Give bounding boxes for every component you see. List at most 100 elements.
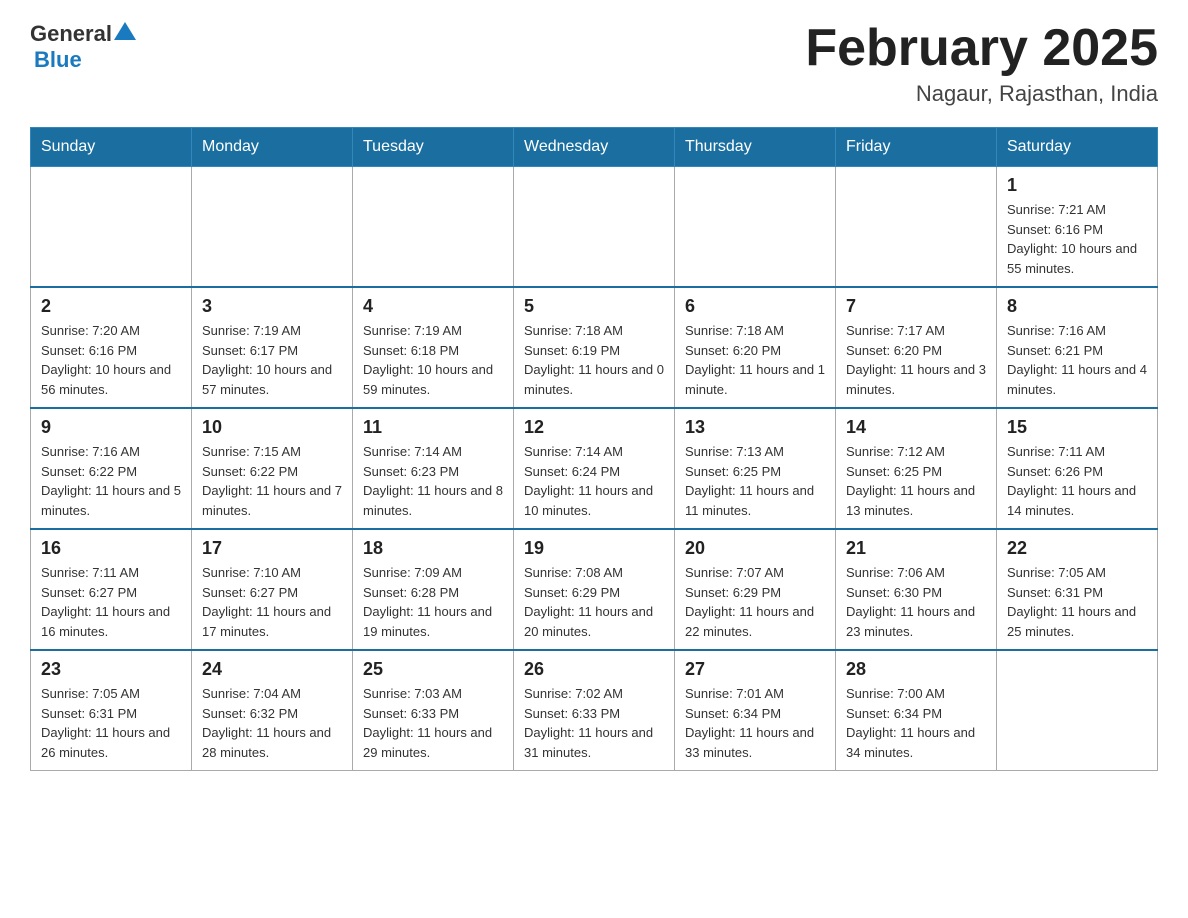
table-row bbox=[31, 167, 192, 288]
logo-triangle-icon bbox=[114, 20, 136, 42]
day-number: 18 bbox=[363, 538, 503, 559]
table-row: 12 Sunrise: 7:14 AM Sunset: 6:24 PM Dayli… bbox=[514, 408, 675, 529]
table-row: 19 Sunrise: 7:08 AM Sunset: 6:29 PM Dayli… bbox=[514, 529, 675, 650]
page-header: General Blue February 2025 Nagaur, Rajas… bbox=[30, 20, 1158, 107]
table-row: 21 Sunrise: 7:06 AM Sunset: 6:30 PM Dayli… bbox=[836, 529, 997, 650]
table-row: 15Sunrise: 7:11 AM Sunset: 6:26 PM Dayli… bbox=[997, 408, 1158, 529]
day-info: Sunrise: 7:03 AM Sunset: 6:33 PM Dayligh… bbox=[363, 684, 503, 762]
calendar-week-row: 9Sunrise: 7:16 AM Sunset: 6:22 PM Daylig… bbox=[31, 408, 1158, 529]
calendar-header-row: Sunday Monday Tuesday Wednesday Thursday… bbox=[31, 128, 1158, 167]
day-info: Sunrise: 7:14 AM Sunset: 6:24 PM Dayligh… bbox=[524, 442, 664, 520]
table-row: 1 Sunrise: 7:21 AM Sunset: 6:16 PM Daylig… bbox=[997, 167, 1158, 288]
day-info: Sunrise: 7:17 AM Sunset: 6:20 PM Dayligh… bbox=[846, 321, 986, 399]
table-row: 22 Sunrise: 7:05 AM Sunset: 6:31 PM Dayli… bbox=[997, 529, 1158, 650]
day-info: Sunrise: 7:08 AM Sunset: 6:29 PM Dayligh… bbox=[524, 563, 664, 641]
day-info: Sunrise: 7:07 AM Sunset: 6:29 PM Dayligh… bbox=[685, 563, 825, 641]
table-row bbox=[836, 167, 997, 288]
day-number: 23 bbox=[41, 659, 181, 680]
day-number: 4 bbox=[363, 296, 503, 317]
calendar-week-row: 23Sunrise: 7:05 AM Sunset: 6:31 PM Dayli… bbox=[31, 650, 1158, 771]
day-number: 13 bbox=[685, 417, 825, 438]
table-row: 16Sunrise: 7:11 AM Sunset: 6:27 PM Dayli… bbox=[31, 529, 192, 650]
day-number: 12 bbox=[524, 417, 664, 438]
calendar-week-row: 2Sunrise: 7:20 AM Sunset: 6:16 PM Daylig… bbox=[31, 287, 1158, 408]
logo: General Blue bbox=[30, 20, 136, 73]
day-info: Sunrise: 7:04 AM Sunset: 6:32 PM Dayligh… bbox=[202, 684, 342, 762]
day-info: Sunrise: 7:10 AM Sunset: 6:27 PM Dayligh… bbox=[202, 563, 342, 641]
day-info: Sunrise: 7:06 AM Sunset: 6:30 PM Dayligh… bbox=[846, 563, 986, 641]
header-wednesday: Wednesday bbox=[514, 128, 675, 167]
day-number: 6 bbox=[685, 296, 825, 317]
day-info: Sunrise: 7:11 AM Sunset: 6:26 PM Dayligh… bbox=[1007, 442, 1147, 520]
table-row: 23Sunrise: 7:05 AM Sunset: 6:31 PM Dayli… bbox=[31, 650, 192, 771]
title-area: February 2025 Nagaur, Rajasthan, India bbox=[805, 20, 1158, 107]
table-row bbox=[514, 167, 675, 288]
logo-blue-text: Blue bbox=[34, 47, 82, 72]
header-sunday: Sunday bbox=[31, 128, 192, 167]
table-row: 26 Sunrise: 7:02 AM Sunset: 6:33 PM Dayli… bbox=[514, 650, 675, 771]
day-info: Sunrise: 7:05 AM Sunset: 6:31 PM Dayligh… bbox=[1007, 563, 1147, 641]
day-number: 11 bbox=[363, 417, 503, 438]
table-row: 7 Sunrise: 7:17 AM Sunset: 6:20 PM Daylig… bbox=[836, 287, 997, 408]
day-number: 28 bbox=[846, 659, 986, 680]
day-info: Sunrise: 7:16 AM Sunset: 6:22 PM Dayligh… bbox=[41, 442, 181, 520]
location-subtitle: Nagaur, Rajasthan, India bbox=[805, 81, 1158, 107]
day-number: 26 bbox=[524, 659, 664, 680]
day-info: Sunrise: 7:18 AM Sunset: 6:20 PM Dayligh… bbox=[685, 321, 825, 399]
day-number: 21 bbox=[846, 538, 986, 559]
table-row: 24 Sunrise: 7:04 AM Sunset: 6:32 PM Dayli… bbox=[192, 650, 353, 771]
calendar-week-row: 1 Sunrise: 7:21 AM Sunset: 6:16 PM Daylig… bbox=[31, 167, 1158, 288]
day-info: Sunrise: 7:16 AM Sunset: 6:21 PM Dayligh… bbox=[1007, 321, 1147, 399]
day-number: 3 bbox=[202, 296, 342, 317]
table-row: 5 Sunrise: 7:18 AM Sunset: 6:19 PM Daylig… bbox=[514, 287, 675, 408]
header-thursday: Thursday bbox=[675, 128, 836, 167]
day-info: Sunrise: 7:00 AM Sunset: 6:34 PM Dayligh… bbox=[846, 684, 986, 762]
calendar-table: Sunday Monday Tuesday Wednesday Thursday… bbox=[30, 127, 1158, 771]
table-row: 28 Sunrise: 7:00 AM Sunset: 6:34 PM Dayli… bbox=[836, 650, 997, 771]
logo-general-text: General bbox=[30, 21, 112, 47]
day-number: 25 bbox=[363, 659, 503, 680]
day-info: Sunrise: 7:21 AM Sunset: 6:16 PM Dayligh… bbox=[1007, 200, 1147, 278]
day-number: 19 bbox=[524, 538, 664, 559]
day-number: 24 bbox=[202, 659, 342, 680]
header-monday: Monday bbox=[192, 128, 353, 167]
table-row: 10 Sunrise: 7:15 AM Sunset: 6:22 PM Dayli… bbox=[192, 408, 353, 529]
table-row: 25 Sunrise: 7:03 AM Sunset: 6:33 PM Dayli… bbox=[353, 650, 514, 771]
table-row: 9Sunrise: 7:16 AM Sunset: 6:22 PM Daylig… bbox=[31, 408, 192, 529]
table-row bbox=[997, 650, 1158, 771]
calendar-week-row: 16Sunrise: 7:11 AM Sunset: 6:27 PM Dayli… bbox=[31, 529, 1158, 650]
day-number: 22 bbox=[1007, 538, 1147, 559]
table-row: 17 Sunrise: 7:10 AM Sunset: 6:27 PM Dayli… bbox=[192, 529, 353, 650]
header-friday: Friday bbox=[836, 128, 997, 167]
header-saturday: Saturday bbox=[997, 128, 1158, 167]
day-number: 1 bbox=[1007, 175, 1147, 196]
day-info: Sunrise: 7:09 AM Sunset: 6:28 PM Dayligh… bbox=[363, 563, 503, 641]
day-info: Sunrise: 7:19 AM Sunset: 6:18 PM Dayligh… bbox=[363, 321, 503, 399]
table-row bbox=[675, 167, 836, 288]
day-info: Sunrise: 7:20 AM Sunset: 6:16 PM Dayligh… bbox=[41, 321, 181, 399]
day-number: 14 bbox=[846, 417, 986, 438]
table-row: 2Sunrise: 7:20 AM Sunset: 6:16 PM Daylig… bbox=[31, 287, 192, 408]
table-row: 11 Sunrise: 7:14 AM Sunset: 6:23 PM Dayli… bbox=[353, 408, 514, 529]
table-row: 6 Sunrise: 7:18 AM Sunset: 6:20 PM Daylig… bbox=[675, 287, 836, 408]
day-number: 16 bbox=[41, 538, 181, 559]
table-row bbox=[192, 167, 353, 288]
day-info: Sunrise: 7:14 AM Sunset: 6:23 PM Dayligh… bbox=[363, 442, 503, 520]
day-info: Sunrise: 7:18 AM Sunset: 6:19 PM Dayligh… bbox=[524, 321, 664, 399]
day-number: 17 bbox=[202, 538, 342, 559]
day-info: Sunrise: 7:19 AM Sunset: 6:17 PM Dayligh… bbox=[202, 321, 342, 399]
day-info: Sunrise: 7:12 AM Sunset: 6:25 PM Dayligh… bbox=[846, 442, 986, 520]
day-number: 10 bbox=[202, 417, 342, 438]
table-row: 8Sunrise: 7:16 AM Sunset: 6:21 PM Daylig… bbox=[997, 287, 1158, 408]
day-info: Sunrise: 7:13 AM Sunset: 6:25 PM Dayligh… bbox=[685, 442, 825, 520]
day-number: 7 bbox=[846, 296, 986, 317]
header-tuesday: Tuesday bbox=[353, 128, 514, 167]
day-info: Sunrise: 7:15 AM Sunset: 6:22 PM Dayligh… bbox=[202, 442, 342, 520]
table-row: 20Sunrise: 7:07 AM Sunset: 6:29 PM Dayli… bbox=[675, 529, 836, 650]
table-row bbox=[353, 167, 514, 288]
day-info: Sunrise: 7:02 AM Sunset: 6:33 PM Dayligh… bbox=[524, 684, 664, 762]
table-row: 4 Sunrise: 7:19 AM Sunset: 6:18 PM Daylig… bbox=[353, 287, 514, 408]
table-row: 18 Sunrise: 7:09 AM Sunset: 6:28 PM Dayli… bbox=[353, 529, 514, 650]
day-number: 5 bbox=[524, 296, 664, 317]
day-number: 27 bbox=[685, 659, 825, 680]
